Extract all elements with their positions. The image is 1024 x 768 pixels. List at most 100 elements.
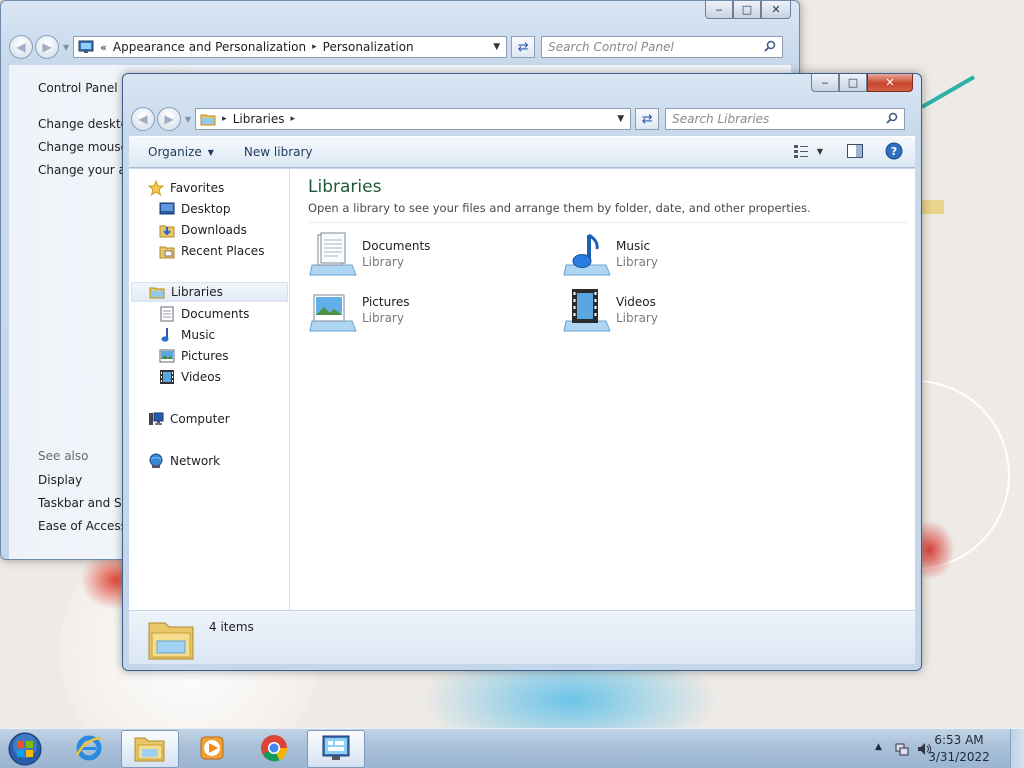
library-tile-name: Music bbox=[616, 239, 651, 253]
view-controls: ▼ ? bbox=[779, 142, 903, 160]
library-tile-documents[interactable]: Documents Library bbox=[308, 231, 548, 281]
library-tile-music[interactable]: Music Library bbox=[562, 231, 802, 281]
new-library-button[interactable]: New library bbox=[244, 145, 313, 159]
network-status-icon[interactable] bbox=[894, 741, 910, 760]
cp-recent-pages-icon[interactable]: ▼ bbox=[63, 43, 69, 52]
page-title: Libraries bbox=[308, 177, 382, 197]
videos-library-icon bbox=[562, 287, 612, 335]
lib-minimize-button[interactable]: ‒ bbox=[811, 74, 839, 92]
nav-documents-label: Documents bbox=[181, 307, 250, 321]
notification-area: ▲ 6:53 AM 3/31/2022 bbox=[864, 729, 1024, 768]
cp-home-link[interactable]: Control Panel H bbox=[38, 81, 130, 95]
nav-videos[interactable]: Videos bbox=[159, 367, 221, 387]
organize-button[interactable]: Organize ▼ bbox=[148, 145, 214, 159]
lib-breadcrumb[interactable]: Libraries bbox=[233, 112, 285, 126]
windows-explorer-taskbar-button[interactable] bbox=[121, 730, 179, 768]
clock-date[interactable]: 3/31/2022 bbox=[924, 750, 994, 764]
lib-refresh-button[interactable]: ⇄ bbox=[635, 108, 660, 130]
nav-documents[interactable]: Documents bbox=[159, 304, 249, 324]
show-desktop-button[interactable] bbox=[1010, 729, 1024, 768]
nav-libraries[interactable]: Libraries bbox=[131, 282, 288, 302]
cp-breadcrumb-overflow[interactable]: « bbox=[100, 41, 107, 54]
library-tile-pictures[interactable]: Pictures Library bbox=[308, 287, 548, 337]
lib-navigation-bar: ◀ ▶ ▼ ▸ Libraries ▸ ▼ ⇄ Search Libraries bbox=[131, 106, 913, 132]
library-tile-type: Library bbox=[616, 311, 658, 325]
nav-downloads[interactable]: Downloads bbox=[159, 220, 247, 240]
google-chrome-taskbar-button[interactable] bbox=[245, 730, 303, 768]
show-hidden-icons-icon[interactable]: ▲ bbox=[875, 742, 882, 752]
lib-maximize-button[interactable]: □ bbox=[839, 74, 867, 92]
library-tile-type: Library bbox=[362, 311, 404, 325]
cp-address-bar[interactable]: « Appearance and Personalization ▸ Perso… bbox=[73, 36, 508, 58]
nav-pictures-label: Pictures bbox=[181, 349, 229, 363]
desktop-icon bbox=[159, 201, 175, 217]
cp-search-input[interactable]: Search Control Panel bbox=[541, 36, 784, 58]
lib-address-bar[interactable]: ▸ Libraries ▸ ▼ bbox=[195, 108, 632, 130]
libraries-window[interactable]: ‒ □ ✕ ◀ ▶ ▼ ▸ Libraries ▸ ▼ ⇄ Search Lib… bbox=[122, 73, 922, 671]
nav-music[interactable]: Music bbox=[159, 325, 215, 345]
library-tile-name: Documents bbox=[362, 239, 431, 253]
cp-forward-button[interactable]: ▶ bbox=[35, 35, 59, 59]
cp-breadcrumb-0[interactable]: Appearance and Personalization bbox=[113, 40, 306, 54]
internet-explorer-taskbar-button[interactable] bbox=[60, 730, 118, 768]
lib-back-button[interactable]: ◀ bbox=[131, 107, 155, 131]
library-tile-videos[interactable]: Videos Library bbox=[562, 287, 802, 337]
pictures-library-icon bbox=[308, 287, 358, 335]
nav-desktop[interactable]: Desktop bbox=[159, 199, 231, 219]
music-library-icon bbox=[562, 231, 612, 279]
lib-forward-button[interactable]: ▶ bbox=[157, 107, 181, 131]
nav-videos-label: Videos bbox=[181, 370, 221, 384]
change-view-icon[interactable] bbox=[793, 143, 811, 159]
chevron-right-icon[interactable]: ▸ bbox=[291, 114, 296, 124]
cp-change-desktop-link[interactable]: Change desktop bbox=[38, 117, 136, 131]
cp-breadcrumb-1[interactable]: Personalization bbox=[323, 40, 414, 54]
help-icon[interactable]: ? bbox=[885, 142, 903, 160]
lib-recent-pages-icon[interactable]: ▼ bbox=[185, 115, 191, 124]
pictures-icon bbox=[159, 348, 175, 364]
cp-back-button[interactable]: ◀ bbox=[9, 35, 33, 59]
documents-icon bbox=[159, 306, 175, 322]
nav-libraries-label: Libraries bbox=[171, 285, 223, 299]
search-icon[interactable] bbox=[764, 40, 776, 55]
view-options-dropdown-icon[interactable]: ▼ bbox=[817, 147, 823, 156]
lib-close-button[interactable]: ✕ bbox=[867, 74, 913, 92]
clock-time[interactable]: 6:53 AM bbox=[924, 733, 994, 747]
wallpaper-stroke-yellow bbox=[922, 200, 944, 214]
chevron-down-icon[interactable]: ▼ bbox=[617, 114, 624, 124]
nav-music-label: Music bbox=[181, 328, 216, 342]
lib-search-placeholder: Search Libraries bbox=[672, 112, 770, 126]
windows-explorer-icon bbox=[134, 733, 166, 766]
lib-search-input[interactable]: Search Libraries bbox=[665, 108, 906, 130]
libraries-large-icon bbox=[147, 615, 195, 664]
preview-pane-icon[interactable] bbox=[847, 144, 863, 158]
cp-navigation-bar: ◀ ▶ ▼ « Appearance and Personalization ▸… bbox=[9, 34, 791, 60]
cp-refresh-button[interactable]: ⇄ bbox=[511, 36, 536, 58]
nav-network[interactable]: Network bbox=[148, 451, 220, 471]
nav-pictures[interactable]: Pictures bbox=[159, 346, 229, 366]
start-button[interactable] bbox=[6, 731, 44, 767]
nav-favorites-label: Favorites bbox=[170, 181, 225, 195]
nav-recent-places[interactable]: Recent Places bbox=[159, 241, 264, 261]
cp-close-button[interactable]: ✕ bbox=[761, 1, 791, 19]
cp-search-placeholder: Search Control Panel bbox=[548, 40, 674, 54]
nav-favorites[interactable]: Favorites bbox=[148, 178, 224, 198]
library-tile-name: Pictures bbox=[362, 295, 410, 309]
cp-change-account-link[interactable]: Change your ac bbox=[38, 163, 133, 177]
cp-maximize-button[interactable]: □ bbox=[733, 1, 761, 19]
nav-downloads-label: Downloads bbox=[181, 223, 247, 237]
control-panel-taskbar-button[interactable] bbox=[307, 730, 365, 768]
chevron-right-icon[interactable]: ▸ bbox=[312, 42, 317, 52]
library-tile-name: Videos bbox=[616, 295, 656, 309]
windows-media-player-taskbar-button[interactable] bbox=[183, 730, 241, 768]
chevron-right-icon[interactable]: ▸ bbox=[222, 114, 227, 124]
music-icon bbox=[159, 327, 175, 343]
chevron-down-icon[interactable]: ▼ bbox=[493, 42, 500, 52]
control-panel-icon bbox=[78, 40, 94, 54]
search-icon[interactable] bbox=[886, 112, 898, 127]
cp-minimize-button[interactable]: ‒ bbox=[705, 1, 733, 19]
nav-desktop-label: Desktop bbox=[181, 202, 231, 216]
nav-computer[interactable]: Computer bbox=[148, 409, 230, 429]
cp-display-link[interactable]: Display bbox=[38, 473, 82, 487]
item-count: 4 items bbox=[209, 620, 254, 634]
windows-media-player-icon bbox=[197, 733, 227, 766]
